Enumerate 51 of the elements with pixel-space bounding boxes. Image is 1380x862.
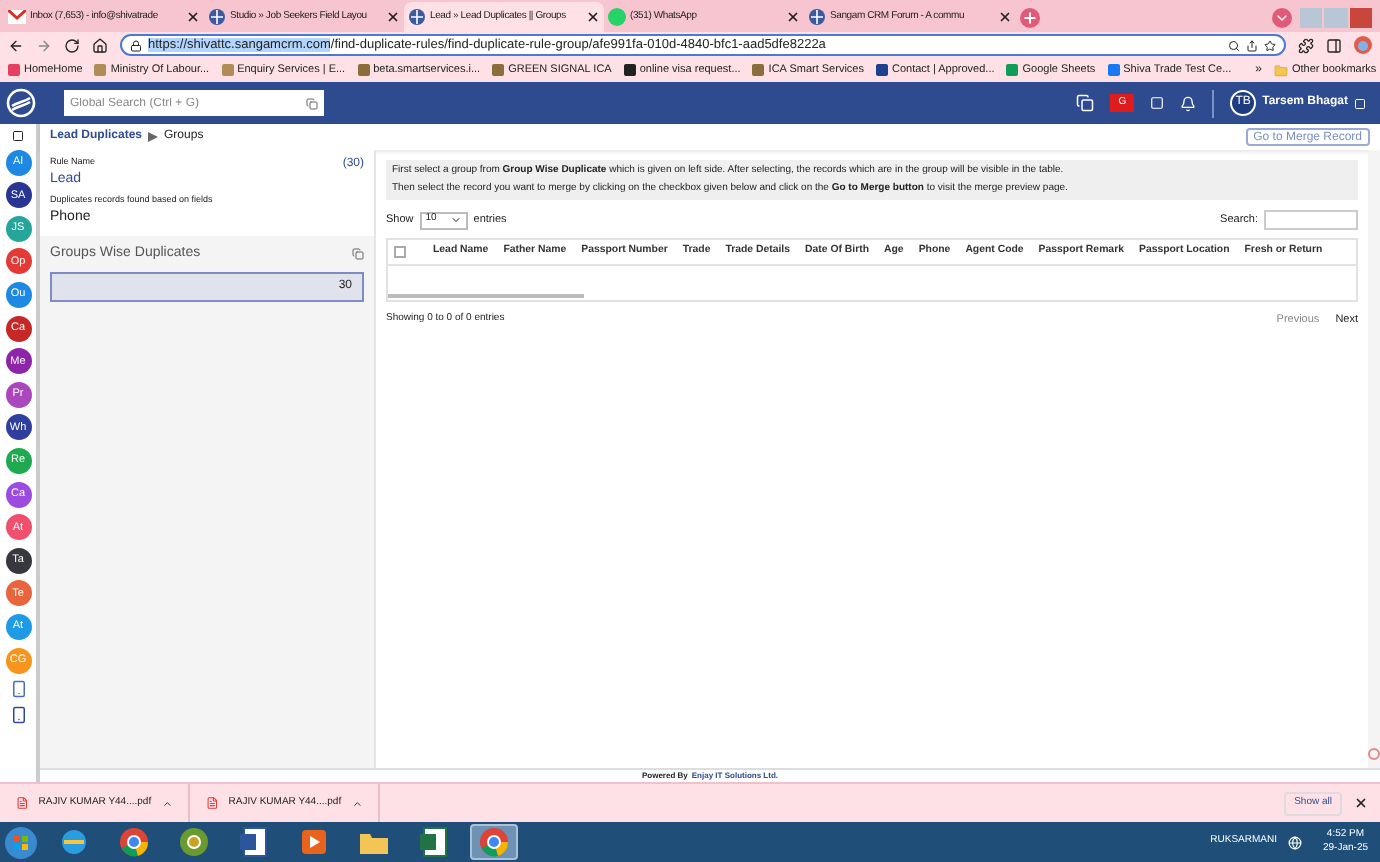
select-all-checkbox[interactable] (394, 246, 406, 258)
phone-icon[interactable] (9, 680, 27, 699)
chrome-icon (118, 826, 150, 858)
folder-icon (1274, 63, 1288, 77)
plus-icon (1022, 9, 1038, 25)
clipboard-icon[interactable] (306, 97, 318, 109)
globe-icon (208, 8, 226, 26)
share-icon[interactable] (1246, 39, 1258, 51)
close-icon[interactable] (786, 10, 800, 24)
pdf-icon (16, 796, 29, 810)
document-icon (238, 826, 270, 858)
logo-icon[interactable] (6, 88, 36, 118)
home-icon[interactable] (92, 37, 108, 53)
chevron-up-icon[interactable] (161, 797, 172, 809)
window-controls-drawing[interactable] (1300, 7, 1372, 27)
extensions-icon[interactable] (1298, 37, 1314, 53)
back-icon[interactable] (8, 37, 24, 53)
bell-icon[interactable] (1180, 95, 1197, 111)
taskbar-app[interactable] (470, 824, 518, 860)
scrollbar[interactable] (388, 294, 584, 298)
forward-icon[interactable] (36, 37, 52, 53)
star-icon[interactable] (1264, 39, 1276, 51)
spreadsheet-icon (418, 826, 450, 858)
copy-icon[interactable] (1076, 94, 1095, 112)
mail-icon (8, 10, 26, 24)
pdf-icon (206, 796, 219, 810)
globe-icon (808, 8, 826, 26)
chrome-icon (478, 826, 510, 858)
new-tab-button[interactable] (1020, 7, 1040, 27)
tablet-icon[interactable] (9, 705, 27, 724)
search-icon[interactable] (1228, 39, 1240, 51)
start-icon[interactable] (4, 825, 38, 859)
search-field[interactable] (1264, 210, 1358, 230)
square-icon[interactable] (12, 130, 24, 142)
close-icon[interactable] (586, 10, 600, 24)
chevron-down-icon (449, 214, 462, 226)
browser-icon (178, 826, 210, 858)
close-icon[interactable] (998, 10, 1012, 24)
chat-icon (608, 8, 626, 26)
close-icon[interactable] (1354, 796, 1368, 810)
chevron-up-icon[interactable] (351, 797, 362, 809)
reload-icon[interactable] (64, 37, 80, 53)
close-icon[interactable] (386, 10, 400, 24)
profile-icon[interactable] (1354, 36, 1372, 54)
side-panel-icon[interactable] (1326, 37, 1342, 53)
media-player-icon (298, 826, 330, 858)
separator-icon (148, 132, 159, 142)
globe-icon (408, 8, 426, 26)
close-icon[interactable] (186, 10, 200, 24)
lock-icon (130, 39, 142, 51)
network-icon[interactable] (1288, 835, 1303, 849)
